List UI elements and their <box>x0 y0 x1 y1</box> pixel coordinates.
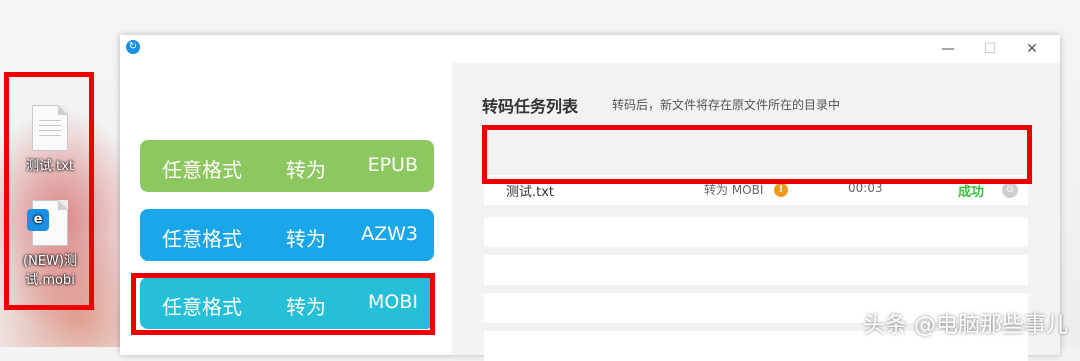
desktop-icons-highlight <box>4 72 94 310</box>
close-button[interactable]: ✕ <box>1014 37 1050 61</box>
open-folder-icon[interactable]: ⊙ <box>1002 182 1018 198</box>
convert-to-word: 转为 <box>286 227 326 251</box>
convert-format-label: EPUB <box>367 154 418 176</box>
warning-icon[interactable]: ! <box>774 183 788 197</box>
convert-from-label: 任意格式 <box>162 227 242 251</box>
convert-to-word: 转为 <box>286 158 326 182</box>
mobi-button-highlight <box>131 273 435 335</box>
convert-to-epub-button[interactable]: 任意格式 转为 EPUB <box>140 140 434 192</box>
task-list-title: 转码任务列表 <box>482 97 579 116</box>
empty-task-row <box>484 255 1028 285</box>
convert-from-label: 任意格式 <box>162 158 242 182</box>
task-row-highlight <box>482 125 1032 184</box>
watermark-text: 头条 @电脑那些事儿 <box>863 313 1068 338</box>
convert-to-azw3-button[interactable]: 任意格式 转为 AZW3 <box>140 209 434 261</box>
empty-task-row <box>484 217 1028 247</box>
task-list-hint: 转码后，新文件将存在原文件所在的目录中 <box>612 98 841 112</box>
maximize-button[interactable]: ☐ <box>972 37 1008 61</box>
app-logo-icon: ↻ <box>126 40 140 54</box>
title-bar: ↻ — ☐ ✕ <box>120 35 1060 63</box>
minimize-button[interactable]: — <box>930 37 966 61</box>
convert-format-label: AZW3 <box>361 223 418 245</box>
